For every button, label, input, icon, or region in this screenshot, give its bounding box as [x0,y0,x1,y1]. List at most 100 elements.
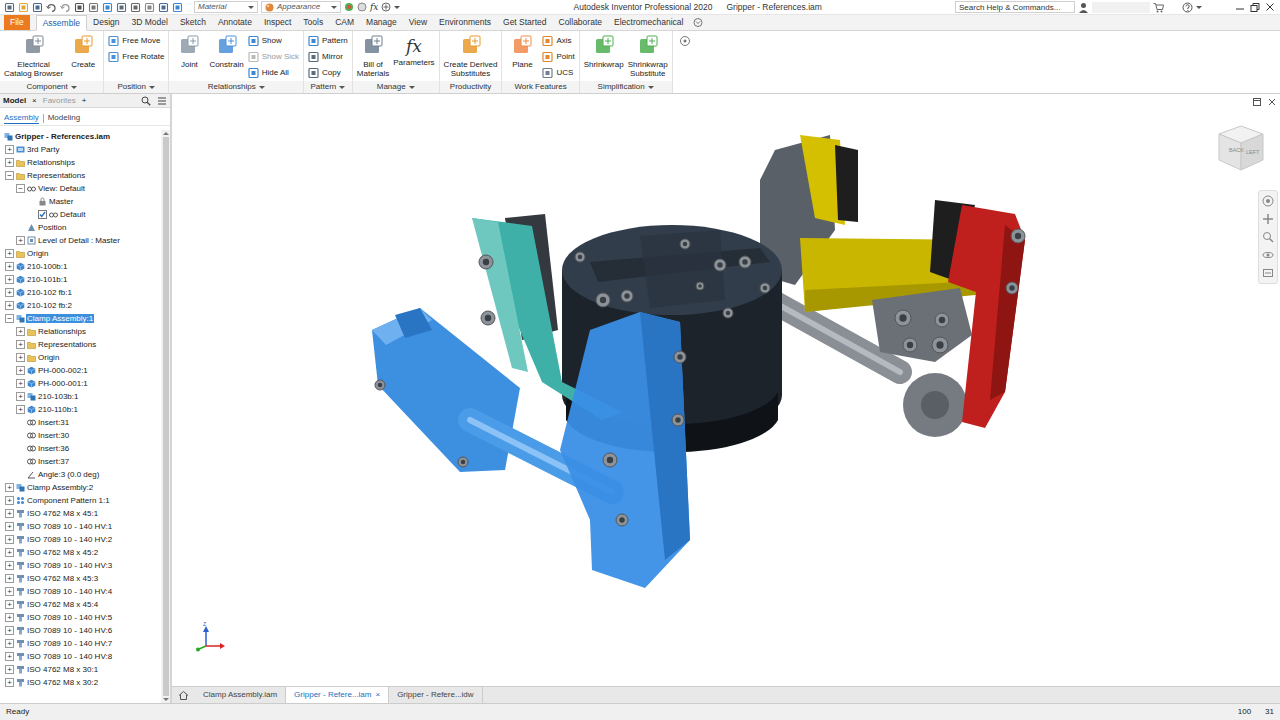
adjust-icon[interactable] [344,2,354,12]
dropdown-caret[interactable] [394,6,400,9]
ribbon-small-button[interactable]: Mirror [308,50,348,64]
tree-node[interactable]: +Level of Detail : Master [0,234,161,247]
ribbon-small-button[interactable]: Point [542,50,574,64]
expand-toggle[interactable]: + [5,665,14,674]
ribbon-button[interactable]: Joint [173,34,205,69]
expand-toggle[interactable]: + [5,561,14,570]
expand-toggle[interactable]: + [5,613,14,622]
browser-mode-tab[interactable]: Modeling [48,113,80,124]
open-icon[interactable] [18,2,29,13]
clear-icon[interactable] [144,2,155,13]
visibility-checkbox[interactable] [38,210,47,219]
dropdown-caret[interactable] [149,86,155,89]
tree-node[interactable]: +Representations [0,338,161,351]
tree-node[interactable]: +ISO 7089 10 - 140 HV:6 [0,624,161,637]
ribbon-button[interactable]: Plane [506,34,538,69]
dropdown-caret[interactable] [71,86,77,89]
clear-appearance-icon[interactable] [357,2,367,12]
document-tab[interactable]: Gripper - Refere...iam× [286,687,389,703]
maximize-view-icon[interactable] [1252,97,1262,107]
viewcube-face-label[interactable]: BACK [1229,147,1244,153]
tree-node[interactable]: Gripper - References.iam [0,130,161,143]
expand-toggle[interactable]: + [5,262,14,271]
expand-toggle[interactable]: + [5,639,14,648]
ribbon-tab[interactable]: View [403,15,433,30]
dropdown-caret[interactable] [339,86,345,89]
expand-toggle[interactable]: + [5,496,14,505]
expand-toggle[interactable]: + [5,288,14,297]
tree-node[interactable]: +PH-000-002:1 [0,364,161,377]
ribbon-button[interactable]: fxParameters [393,34,434,67]
pan-icon[interactable] [1262,213,1274,225]
new-icon[interactable] [4,2,15,13]
expand-toggle[interactable]: + [5,145,14,154]
parameters-quick-button[interactable]: fx [370,2,378,13]
expand-toggle[interactable]: + [5,678,14,687]
tree-node[interactable]: +210-102 fb:1 [0,286,161,299]
ribbon-tab[interactable]: Collaborate [553,15,608,30]
undo-icon[interactable] [46,2,57,13]
ribbon-button[interactable]: Shrinkwrap [584,34,624,69]
tree-node[interactable]: Insert:31 [0,416,161,429]
browser-scrollbar[interactable] [161,130,170,703]
expand-toggle[interactable]: + [5,483,14,492]
ribbon-tab[interactable]: CAM [329,15,360,30]
expand-toggle[interactable]: + [5,587,14,596]
tree-node[interactable]: +ISO 7089 10 - 140 HV:4 [0,585,161,598]
ribbon-tab[interactable]: Assemble [36,15,87,31]
add-tab-button[interactable]: + [82,96,87,106]
tree-node[interactable]: +ISO 4762 M8 x 45:1 [0,507,161,520]
expand-toggle[interactable]: + [5,275,14,284]
tree-node[interactable]: Insert:30 [0,429,161,442]
ribbon-small-button[interactable]: Free Move [108,34,164,48]
ribbon-tab[interactable]: Sketch [174,15,212,30]
tree-node[interactable]: +ISO 4762 M8 x 45:2 [0,546,161,559]
expand-toggle[interactable]: + [5,249,14,258]
orbit-icon[interactable] [1262,249,1274,261]
expand-toggle[interactable]: + [16,379,25,388]
ribbon-tab[interactable]: 3D Model [126,15,174,30]
expand-toggle[interactable]: + [5,626,14,635]
tree-node[interactable]: Position [0,221,161,234]
ribbon-button[interactable]: Create Derived Substitutes [444,34,498,78]
close-icon[interactable] [1264,2,1276,13]
select-icon[interactable] [88,2,99,13]
file-menu-button[interactable]: File [4,15,30,30]
look-at-icon[interactable] [1262,267,1274,279]
ribbon-options-icon[interactable] [679,35,691,47]
tree-node[interactable]: −View: Default [0,182,161,195]
ribbon-button[interactable]: Constrain [209,34,243,69]
search-field[interactable] [955,1,1075,13]
cart-icon[interactable] [1153,2,1164,13]
ribbon-small-button[interactable]: UCS [542,66,574,80]
expand-toggle[interactable]: + [16,353,25,362]
document-tab[interactable]: Gripper - Refere...idw [389,687,482,703]
expand-toggle[interactable]: + [16,405,25,414]
ribbon-group-label[interactable]: Manage [353,81,439,93]
update-icon[interactable] [102,2,113,13]
expand-toggle[interactable]: − [5,314,14,323]
tree-node[interactable]: +ISO 4762 M8 x 45:3 [0,572,161,585]
tree-node[interactable]: −Representations [0,169,161,182]
close-view-icon[interactable] [1267,97,1277,107]
expand-toggle[interactable]: + [16,366,25,375]
ribbon-tab[interactable]: Electromechanical [608,15,689,30]
tree-node[interactable]: Default [0,208,161,221]
gripper-model[interactable] [172,94,1280,686]
tree-node[interactable]: +ISO 7089 10 - 140 HV:8 [0,650,161,663]
ribbon-group-label[interactable]: Component [0,81,103,93]
tree-node[interactable]: +Relationships [0,156,161,169]
dropdown-caret[interactable] [259,86,265,89]
expand-toggle[interactable]: − [16,184,25,193]
tree-node[interactable]: +3rd Party [0,143,161,156]
home-icon[interactable] [74,2,85,13]
ribbon-small-button[interactable]: Hide All [248,66,299,80]
expand-toggle[interactable]: + [5,574,14,583]
ribbon-small-button[interactable]: Free Rotate [108,50,164,64]
tree-node[interactable]: Angle:3 (0.0 deg) [0,468,161,481]
expand-toggle[interactable]: + [16,327,25,336]
appearance-override-icon[interactable] [130,2,141,13]
ribbon-group-label[interactable]: Productivity [440,81,502,93]
tree-node[interactable]: +ISO 4762 M8 x 45:4 [0,598,161,611]
ribbon-small-button[interactable]: Axis [542,34,574,48]
